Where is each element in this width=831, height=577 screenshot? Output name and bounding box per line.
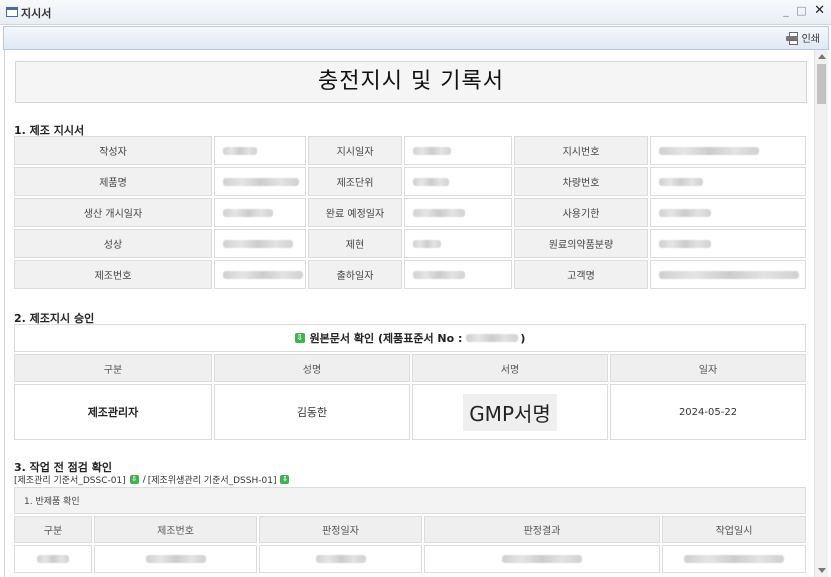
value-api-quantity [650, 229, 806, 258]
vertical-scrollbar[interactable] [814, 50, 828, 577]
download-icon[interactable]: ⇩ [294, 333, 305, 343]
reference-separator: / [142, 474, 146, 485]
window-controls: _ □ ✕ [779, 3, 825, 18]
check-header-work-datetime: 작업일시 [662, 516, 806, 543]
label-batch-number: 제조번호 [14, 260, 212, 289]
close-button[interactable]: ✕ [814, 3, 825, 18]
reference-manufacturing-standard[interactable]: [제조관리 기준서_DSSC-01] [14, 473, 126, 486]
label-appearance: 성상 [14, 229, 212, 258]
value-vehicle-number [650, 167, 806, 196]
subsection-title: 1. 반제품 확인 [14, 487, 806, 514]
label-production-start-date: 생산 개시일자 [14, 198, 212, 227]
approval-signature: GMP서명 [463, 393, 557, 431]
value-expected-completion-date [404, 198, 512, 227]
scrollbar-thumb[interactable] [817, 64, 826, 104]
label-customer-name: 고객명 [514, 260, 648, 289]
check-header-category: 구분 [14, 516, 92, 543]
check-header-judgment-date: 판정일자 [259, 516, 422, 543]
toolbar: 인쇄 [3, 26, 829, 50]
value-product-name [214, 167, 306, 196]
label-batch-unit: 제조단위 [308, 167, 402, 196]
value-order-date [404, 136, 512, 165]
window-titlebar: 지시서 _ □ ✕ [0, 0, 831, 25]
check-header-batch-number: 제조번호 [94, 516, 257, 543]
approval-role: 제조관리자 [14, 384, 212, 440]
window-icon [6, 7, 18, 17]
approval-header-name: 성명 [214, 354, 410, 382]
printer-icon [785, 32, 799, 45]
print-label: 인쇄 [801, 34, 820, 45]
minimize-button[interactable]: _ [783, 4, 789, 17]
value-appearance [214, 229, 306, 258]
label-expiry: 사용기한 [514, 198, 648, 227]
check-row-category [14, 545, 92, 573]
document-content: 충전지시 및 기록서 1. 제조 지시서 작성자 지시일자 지시번호 제품명 제… [4, 50, 815, 577]
label-product-name: 제품명 [14, 167, 212, 196]
value-batch-number [214, 260, 306, 289]
check-header-judgment-result: 판정결과 [424, 516, 660, 543]
value-expiry [650, 198, 806, 227]
value-customer-name [650, 260, 806, 289]
approval-header-signature: 서명 [412, 354, 608, 382]
reference-hygiene-standard[interactable]: [제조위생관리 기준서_DSSH-01] [148, 473, 277, 486]
check-row-work-datetime [662, 545, 806, 573]
value-shipping-date [404, 260, 512, 289]
approval-name: 김동한 [214, 384, 410, 440]
print-button[interactable]: 인쇄 [785, 30, 820, 45]
maximize-button[interactable]: □ [796, 4, 806, 17]
label-order-number: 지시번호 [514, 136, 648, 165]
value-dosage-form [404, 229, 512, 258]
label-vehicle-number: 차량번호 [514, 167, 648, 196]
approval-signature-cell: GMP서명 [412, 384, 608, 440]
standard-document-number [466, 334, 519, 342]
label-shipping-date: 출하일자 [308, 260, 402, 289]
label-api-quantity: 원료의약품분량 [514, 229, 648, 258]
approval-date: 2024-05-22 [610, 384, 806, 440]
value-author [214, 136, 306, 165]
check-row-judgment-result [424, 545, 660, 573]
check-row-batch-number [94, 545, 257, 573]
label-author: 작성자 [14, 136, 212, 165]
approval-header-date: 일자 [610, 354, 806, 382]
document-title: 충전지시 및 기록서 [15, 61, 807, 103]
window-title: 지시서 [21, 7, 52, 20]
confirm-suffix: ) [520, 331, 526, 345]
source-document-confirm[interactable]: ⇩ 원본문서 확인 (제품표준서 No : ) [14, 324, 806, 352]
value-order-number [650, 136, 806, 165]
download-icon[interactable]: ⇩ [129, 475, 139, 484]
scroll-down-icon[interactable] [818, 568, 826, 573]
value-production-start-date [214, 198, 306, 227]
check-row-judgment-date [259, 545, 422, 573]
value-batch-unit [404, 167, 512, 196]
label-expected-completion-date: 완료 예정일자 [308, 198, 402, 227]
confirm-label: 원본문서 확인 (제품표준서 No : [309, 332, 463, 345]
scroll-up-icon[interactable] [818, 54, 826, 59]
download-icon[interactable]: ⇩ [280, 475, 290, 484]
label-order-date: 지시일자 [308, 136, 402, 165]
approval-header-category: 구분 [14, 354, 212, 382]
section3-references: [제조관리 기준서_DSSC-01] ⇩ / [제조위생관리 기준서_DSSH-… [14, 473, 291, 486]
label-dosage-form: 제현 [308, 229, 402, 258]
